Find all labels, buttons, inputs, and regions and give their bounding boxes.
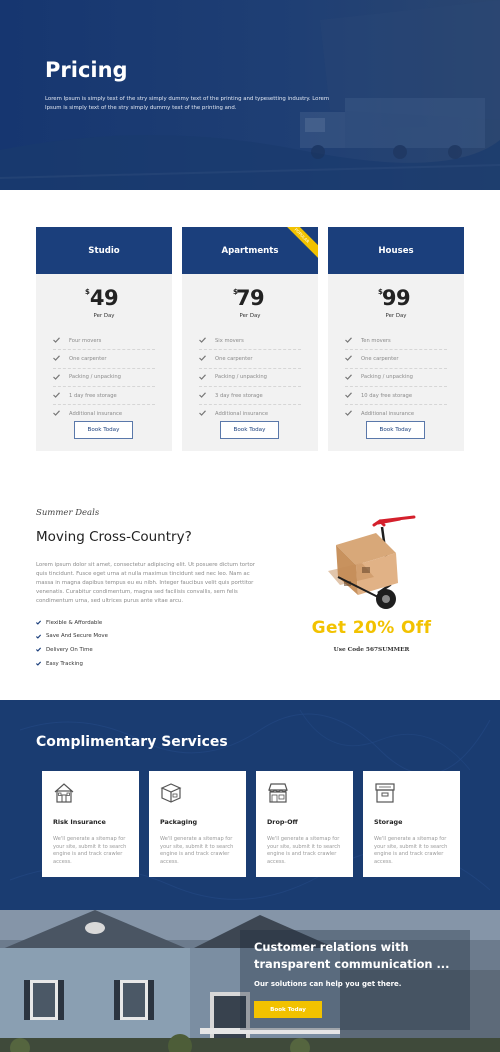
pricing-card-studio: Studio $ 49 Per Day Four movers One carp… <box>36 227 172 451</box>
service-text: We'll generate a sitemap for your site, … <box>374 836 448 865</box>
services-section: Complimentary Services Risk Insurance We… <box>0 700 500 910</box>
benefit-list: Flexible & Affordable Save And Secure Mo… <box>36 616 108 670</box>
feature-item: 10 day free storage <box>345 387 447 406</box>
check-icon <box>53 392 60 398</box>
check-icon <box>199 355 206 362</box>
check-icon <box>53 410 60 417</box>
price-amount: 79 <box>235 286 265 310</box>
feature-list: Four movers One carpenter Packing / unpa… <box>53 332 155 423</box>
service-text: We'll generate a sitemap for your site, … <box>53 836 127 865</box>
service-title: Drop-Off <box>267 818 298 826</box>
store-icon <box>268 783 288 803</box>
benefit-item: Easy Tracking <box>36 657 108 671</box>
check-icon <box>53 355 60 362</box>
feature-list: Ten movers One carpenter Packing / unpac… <box>345 332 447 423</box>
section-kicker: Summer Deals <box>36 508 100 518</box>
check-icon <box>36 634 41 639</box>
section-title: Moving Cross-Country? <box>36 529 192 545</box>
per-label: Per Day <box>385 313 407 319</box>
house-icon <box>54 783 74 803</box>
plan-name: Studio <box>36 227 172 274</box>
book-today-button[interactable]: Book Today <box>74 421 133 439</box>
price-amount: 49 <box>89 286 119 310</box>
feature-item: Ten movers <box>345 332 447 351</box>
pricing-card-apartments: Apartments POPULAR $ 79 Per Day Six move… <box>182 227 318 451</box>
book-today-button[interactable]: Book Today <box>366 421 425 439</box>
check-icon <box>199 410 206 417</box>
per-label: Per Day <box>93 313 115 319</box>
banner-title: Customer relations with transparent comm… <box>254 940 450 971</box>
feature-list: Six movers One carpenter Packing / unpac… <box>199 332 301 423</box>
service-text: We'll generate a sitemap for your site, … <box>160 836 234 865</box>
hero-description: Lorem Ipsum is simply text of the stry s… <box>45 96 330 111</box>
price-amount: 99 <box>381 286 411 310</box>
check-icon <box>36 620 41 626</box>
service-card-drop-off: Drop-Off We'll generate a sitemap for yo… <box>256 771 353 877</box>
feature-item: Six movers <box>199 332 301 351</box>
check-icon <box>345 355 352 362</box>
benefit-item: Save And Secure Move <box>36 630 108 644</box>
currency-symbol: $ <box>378 288 383 296</box>
feature-item: Packing / unpacking <box>345 369 447 387</box>
check-icon <box>345 337 352 343</box>
discount-headline: Get 20% Off <box>311 618 432 638</box>
benefit-item: Flexible & Affordable <box>36 616 108 630</box>
check-icon <box>345 410 352 417</box>
plan-price: $ 99 <box>328 286 464 312</box>
book-today-button[interactable]: Book Today <box>254 1001 322 1018</box>
feature-item: One carpenter <box>53 350 155 369</box>
feature-item: One carpenter <box>345 350 447 369</box>
currency-symbol: $ <box>233 288 238 296</box>
customer-relations-banner: Customer relations with transparent comm… <box>0 910 500 1052</box>
per-label: Per Day <box>239 313 261 319</box>
pricing-card-houses: Houses $ 99 Per Day Ten movers One carpe… <box>328 227 464 451</box>
book-today-button[interactable]: Book Today <box>220 421 279 439</box>
hero-section: Pricing Lorem Ipsum is simply text of th… <box>0 0 500 190</box>
section-title: Complimentary Services <box>36 734 228 750</box>
check-icon <box>345 373 352 380</box>
check-icon <box>53 373 60 380</box>
pricing-section: Studio $ 49 Per Day Four movers One carp… <box>0 190 500 475</box>
feature-item: 1 day free storage <box>53 387 155 406</box>
feature-item: Packing / unpacking <box>53 369 155 387</box>
box-icon <box>160 783 182 803</box>
service-text: We'll generate a sitemap for your site, … <box>267 836 341 865</box>
section-text: Lorem ipsum dolor sit amet, consectetur … <box>36 562 255 604</box>
service-title: Storage <box>374 818 403 826</box>
feature-item: Four movers <box>53 332 155 351</box>
benefit-item: Delivery On Time <box>36 643 108 657</box>
plan-price: $ 49 <box>36 286 172 312</box>
currency-symbol: $ <box>85 288 90 296</box>
check-icon <box>199 337 206 343</box>
check-icon <box>199 373 206 380</box>
page-title: Pricing <box>45 58 128 82</box>
plan-name: Houses <box>328 227 464 274</box>
hand-truck-boxes-image <box>328 515 416 609</box>
house-background-image <box>0 910 500 1052</box>
feature-item: One carpenter <box>199 350 301 369</box>
check-icon <box>345 392 352 398</box>
check-icon <box>53 337 60 343</box>
service-card-packaging: Packaging We'll generate a sitemap for y… <box>149 771 246 877</box>
check-icon <box>36 661 41 666</box>
banner-subtitle: Our solutions can help you get there. <box>254 980 402 988</box>
plan-price: $ 79 <box>182 286 318 312</box>
feature-item: Packing / unpacking <box>199 369 301 387</box>
summer-deals-section: Summer Deals Moving Cross-Country? Lorem… <box>0 475 500 700</box>
service-card-storage: Storage We'll generate a sitemap for you… <box>363 771 460 877</box>
feature-item: 3 day free storage <box>199 387 301 406</box>
check-icon <box>199 392 206 398</box>
service-card-risk-insurance: Risk Insurance We'll generate a sitemap … <box>42 771 139 877</box>
service-title: Packaging <box>160 818 198 826</box>
storage-box-icon <box>375 783 395 803</box>
promo-code: Use Code 567SUMMER <box>333 647 410 653</box>
service-title: Risk Insurance <box>53 818 106 826</box>
check-icon <box>36 648 41 653</box>
